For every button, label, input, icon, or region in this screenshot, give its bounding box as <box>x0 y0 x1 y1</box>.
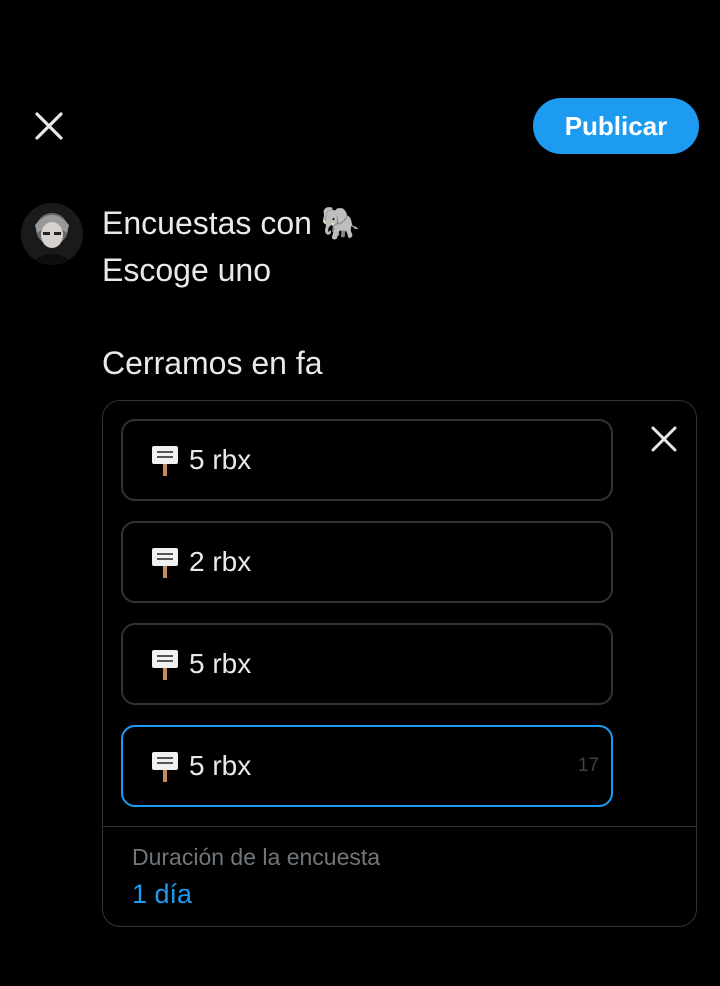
publish-button[interactable]: Publicar <box>533 98 699 154</box>
avatar[interactable] <box>21 203 83 265</box>
compose-text[interactable]: Encuestas con 🐘 Escoge uno Cerramos en f… <box>102 200 662 387</box>
character-counter: 17 <box>577 755 599 776</box>
placard-icon <box>152 650 178 680</box>
compose-line: Escoge uno <box>102 252 272 288</box>
close-button[interactable] <box>30 107 68 145</box>
poll-option-text: 2 rbx <box>189 546 252 577</box>
poll-option-text: 5 rbx <box>189 444 252 475</box>
close-icon <box>35 112 63 140</box>
poll-option-text: 5 rbx <box>189 750 252 781</box>
avatar-image <box>21 203 83 265</box>
poll-duration-value[interactable]: 1 día <box>132 879 192 910</box>
close-icon <box>651 426 677 452</box>
poll-editor: 5 rbx 2 rbx 5 rbx 5 rbx 17 Duración de l <box>102 400 697 927</box>
divider <box>103 826 696 827</box>
poll-option-4[interactable]: 5 rbx 17 <box>121 725 613 807</box>
poll-option-1[interactable]: 5 rbx <box>121 419 613 501</box>
remove-poll-button[interactable] <box>646 421 682 457</box>
placard-icon <box>152 446 178 476</box>
placard-icon <box>152 548 178 578</box>
placard-icon <box>152 752 178 782</box>
compose-line: Cerramos en fa <box>102 345 323 381</box>
poll-option-text: 5 rbx <box>189 648 252 679</box>
poll-duration-label: Duración de la encuesta <box>132 844 381 870</box>
poll-option-2[interactable]: 2 rbx <box>121 521 613 603</box>
poll-option-3[interactable]: 5 rbx <box>121 623 613 705</box>
compose-line: Encuestas con 🐘 <box>102 205 361 241</box>
